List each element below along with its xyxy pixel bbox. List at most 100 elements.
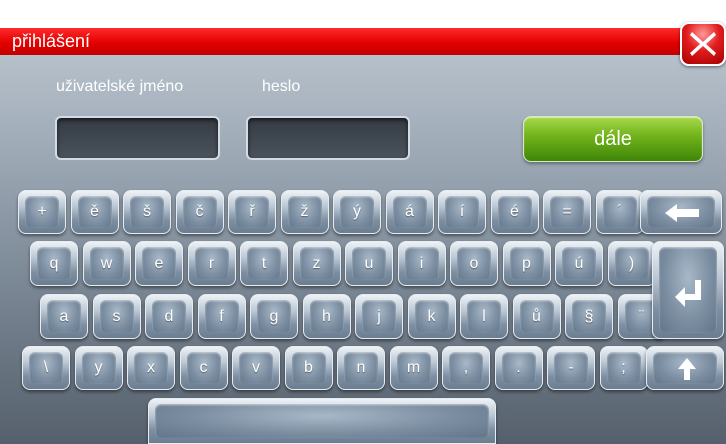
password-label: heslo	[262, 78, 301, 95]
key-row2-11[interactable]: )	[607, 241, 656, 286]
key-row1-8[interactable]: í	[438, 190, 486, 234]
key-row2-8[interactable]: o	[450, 241, 498, 286]
key-label: ;	[621, 359, 626, 376]
key-row3-0[interactable]: a	[40, 294, 88, 339]
key-row2-6[interactable]: u	[345, 241, 393, 286]
key-label: z	[312, 254, 321, 272]
key-label: p	[522, 254, 531, 272]
key-row1-10[interactable]: =	[543, 190, 591, 234]
key-label: v	[252, 359, 260, 376]
key-row3-7[interactable]: k	[407, 294, 456, 339]
key-label: n	[356, 359, 366, 376]
key-row2-7[interactable]: i	[397, 241, 446, 286]
key-label: ý	[353, 203, 361, 220]
key-row3-9[interactable]: ů	[512, 294, 561, 339]
key-row4-6[interactable]: n	[337, 346, 385, 390]
username-label: uživatelské jméno	[56, 78, 184, 95]
close-button[interactable]	[680, 22, 726, 66]
key-row3-10[interactable]: §	[565, 294, 613, 339]
enter-key[interactable]	[652, 241, 724, 339]
key-row1-3[interactable]: č	[175, 190, 224, 234]
key-label: ř	[249, 203, 255, 220]
key-row4-5[interactable]: b	[284, 346, 333, 390]
key-label: +	[37, 203, 47, 220]
key-row3-6[interactable]: j	[355, 294, 403, 339]
key-label: §	[584, 307, 594, 325]
key-label: í	[459, 203, 465, 220]
key-label: c	[199, 359, 208, 376]
key-label: u	[364, 254, 374, 272]
key-row2-3[interactable]: r	[187, 241, 236, 286]
password-field[interactable]	[246, 116, 410, 160]
key-row3-1[interactable]: s	[92, 294, 141, 339]
key-label: é	[510, 203, 519, 220]
key-row4-10[interactable]: -	[547, 346, 595, 390]
key-row1-11[interactable]: ´	[595, 190, 644, 234]
close-x-icon	[690, 32, 716, 56]
key-label: =	[562, 203, 572, 220]
key-label: h	[322, 307, 331, 325]
key-label: l	[482, 307, 486, 325]
key-row4-7[interactable]: m	[389, 346, 438, 390]
key-label: ě	[90, 203, 99, 220]
title-bar: přihlášení	[0, 28, 700, 55]
key-label: k	[427, 307, 436, 325]
key-row2-5[interactable]: z	[292, 241, 341, 286]
username-field[interactable]	[55, 116, 220, 160]
key-row1-7[interactable]: á	[385, 190, 434, 234]
key-row4-0[interactable]: \	[22, 346, 70, 390]
key-row1-0[interactable]: +	[18, 190, 66, 234]
key-label: i	[419, 254, 424, 272]
key-label: \	[43, 359, 49, 376]
top-margin	[0, 0, 726, 28]
key-label: ´	[616, 203, 623, 220]
key-row1-2[interactable]: š	[123, 190, 171, 234]
key-row3-8[interactable]: l	[460, 294, 508, 339]
key-label: .	[516, 359, 521, 376]
key-row1-5[interactable]: ž	[280, 190, 329, 234]
shift-key[interactable]	[646, 346, 724, 390]
key-label: g	[269, 307, 279, 325]
key-row4-4[interactable]: v	[232, 346, 280, 390]
key-label: f	[219, 307, 224, 325]
key-row3-3[interactable]: f	[197, 294, 246, 339]
key-row3-4[interactable]: g	[250, 294, 298, 339]
key-row2-10[interactable]: ú	[555, 241, 603, 286]
key-label: ž	[300, 203, 309, 220]
key-row2-9[interactable]: p	[502, 241, 551, 286]
space-bar[interactable]	[148, 398, 496, 444]
key-label: ů	[532, 307, 541, 325]
key-row4-11[interactable]: ;	[599, 346, 648, 390]
key-label: á	[405, 203, 414, 220]
key-row4-9[interactable]: .	[494, 346, 543, 390]
window-title: přihlášení	[12, 31, 91, 51]
next-button[interactable]: dále	[523, 116, 703, 162]
key-row4-3[interactable]: c	[179, 346, 228, 390]
key-row3-2[interactable]: d	[145, 294, 193, 339]
key-cap	[155, 404, 489, 438]
key-label: x	[147, 359, 155, 376]
key-label: s	[112, 307, 121, 325]
key-label: j	[377, 307, 381, 325]
key-row2-4[interactable]: t	[240, 241, 288, 286]
key-label: )	[628, 254, 635, 272]
key-row1-4[interactable]: ř	[228, 190, 276, 234]
key-row1-6[interactable]: ý	[333, 190, 381, 234]
key-label: č	[195, 203, 204, 220]
key-row3-5[interactable]: h	[302, 294, 351, 339]
key-row1-9[interactable]: é	[490, 190, 539, 234]
key-label: o	[469, 254, 479, 272]
backspace-key[interactable]	[640, 190, 722, 234]
key-row2-0[interactable]: q	[30, 241, 78, 286]
key-label: ,	[463, 359, 469, 376]
key-label: q	[49, 254, 59, 272]
key-label: ú	[574, 254, 584, 272]
key-row1-1[interactable]: ě	[70, 190, 119, 234]
key-row2-1[interactable]: w	[82, 241, 131, 286]
key-label: m	[406, 359, 421, 376]
key-label: r	[208, 254, 215, 272]
key-row2-2[interactable]: e	[135, 241, 183, 286]
key-row4-2[interactable]: x	[127, 346, 175, 390]
key-row4-8[interactable]: ,	[442, 346, 490, 390]
key-row4-1[interactable]: y	[74, 346, 123, 390]
